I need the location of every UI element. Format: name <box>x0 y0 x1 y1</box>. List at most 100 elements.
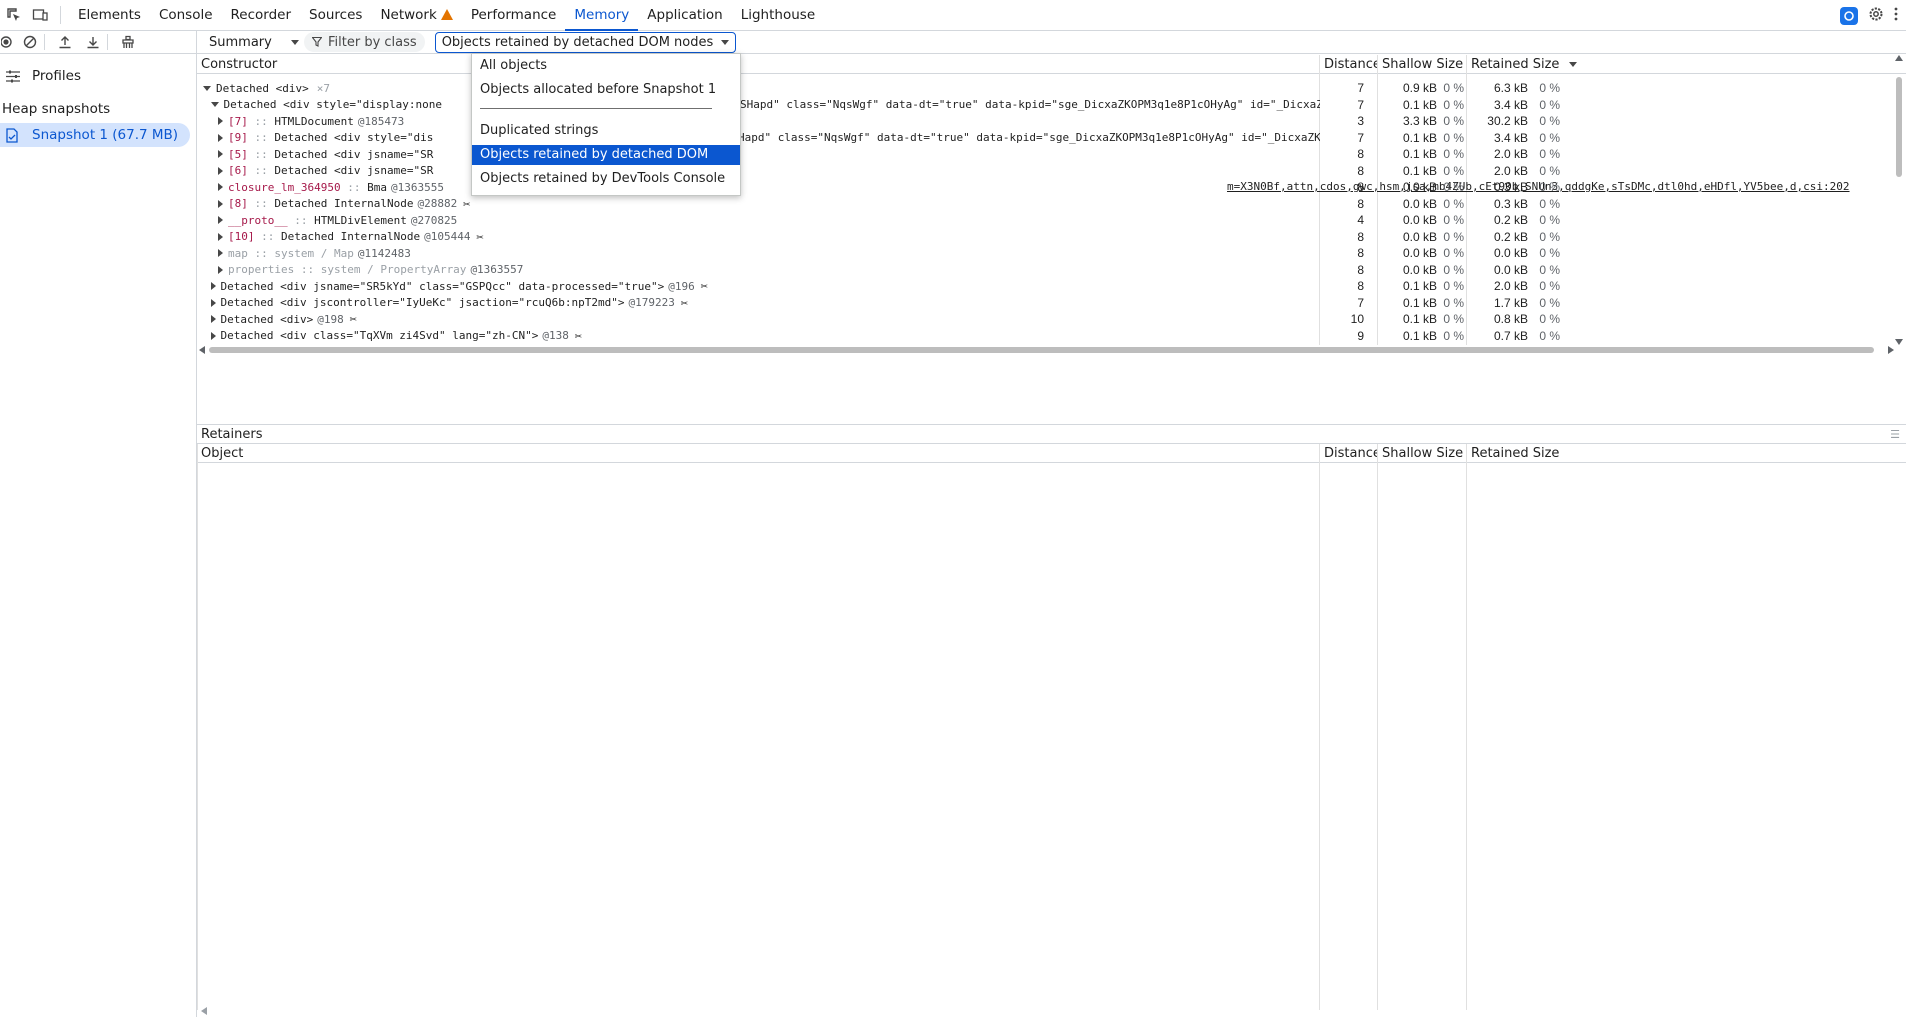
table-row[interactable]: __proto__ :: HTMLDivElement @270825 4 0.0 k… <box>197 212 1906 229</box>
column-header-distance[interactable]: Distance <box>1320 55 1381 74</box>
column-header-shallow-size[interactable]: Shallow Size <box>1378 55 1467 74</box>
sort-descending-icon <box>1569 61 1578 67</box>
expand-right-icon[interactable] <box>218 166 223 175</box>
tab-memory[interactable]: Memory <box>565 0 639 31</box>
expand-right-icon[interactable] <box>218 117 223 126</box>
vertical-scroll-thumb[interactable] <box>1896 77 1902 177</box>
tab-elements[interactable]: Elements <box>69 0 150 31</box>
tab-label: Network <box>380 7 437 23</box>
tab-performance[interactable]: Performance <box>462 0 566 31</box>
table-row[interactable]: properties :: system / PropertyArray @136… <box>197 262 1906 279</box>
more-options-icon[interactable] <box>1894 7 1898 25</box>
table-row[interactable]: [9] :: Detached <div style="dis " jsname… <box>197 130 1906 147</box>
horizontal-scrollbar[interactable] <box>197 345 1906 355</box>
column-header-distance[interactable]: Distance▲ <box>1320 444 1391 463</box>
table-row[interactable]: Detached <div jscontroller="IyUeKc" jsac… <box>197 295 1906 312</box>
expand-right-icon[interactable] <box>218 199 223 208</box>
table-row[interactable]: map :: system / Map @1142483 8 0.0 kB 0 % 0.0… <box>197 245 1906 262</box>
dropdown-option-devtools-console[interactable]: Objects retained by DevTools Console <box>472 169 740 189</box>
retainers-title: Retainers <box>201 426 263 442</box>
table-row[interactable]: [6] :: Detached <div jsname="SR 196✂ 8 0.1… <box>197 163 1906 180</box>
clear-icon[interactable] <box>22 34 38 50</box>
profiles-label: Profiles <box>32 68 82 84</box>
column-header-object[interactable]: Object <box>197 444 1320 463</box>
table-row[interactable]: closure_lm_364950 :: Bma @1363555 m=X3N0Bf… <box>197 179 1906 196</box>
retainers-header[interactable]: Retainers ☰ <box>197 424 1906 444</box>
table-row[interactable]: [8] :: Detached InternalNode @28882 ✂ 8 0.0 … <box>197 196 1906 213</box>
tab-console[interactable]: Console <box>150 0 222 31</box>
row-distance: 8 <box>1357 196 1364 211</box>
inspect-element-icon[interactable] <box>6 7 22 23</box>
table-row[interactable]: [7] :: HTMLDocument @185473 3 3.3 kB 0 % 30.2… <box>197 113 1906 130</box>
vertical-scrollbar[interactable] <box>1893 55 1905 345</box>
expand-right-icon[interactable] <box>218 232 223 241</box>
scroll-right-icon[interactable] <box>1888 346 1894 354</box>
row-retained-size: 3.4 kB <box>1493 97 1528 112</box>
scroll-left-icon[interactable] <box>201 1007 207 1015</box>
collect-garbage-icon[interactable] <box>120 34 136 50</box>
download-icon[interactable] <box>85 34 101 50</box>
horizontal-scroll-thumb[interactable] <box>209 347 1874 353</box>
filter-by-class-input[interactable]: Filter by class <box>304 32 425 52</box>
tab-network[interactable]: Network <box>371 0 461 31</box>
expand-right-icon[interactable] <box>210 331 216 340</box>
expand-right-icon[interactable] <box>210 315 216 324</box>
profiles-panel-item[interactable]: Profiles <box>0 60 196 92</box>
view-select[interactable]: Summary <box>209 35 299 50</box>
table-row[interactable]: [5] :: Detached <div jsname="SR 196✂ 8 0.1… <box>197 146 1906 163</box>
expand-right-icon[interactable] <box>218 133 223 142</box>
dropdown-option-allocated-before[interactable]: Objects allocated before Snapshot 1 <box>472 80 740 100</box>
expand-right-icon[interactable] <box>218 265 223 274</box>
expand-right-icon[interactable] <box>218 249 223 258</box>
record-icon[interactable] <box>0 34 16 50</box>
row-shallow-percent: 0 % <box>1443 163 1464 178</box>
panel-resize-handle-icon[interactable]: ☰ <box>1890 428 1900 441</box>
table-row[interactable]: Detached <div style="display:none " jsna… <box>197 97 1906 114</box>
expand-down-icon[interactable] <box>203 85 211 91</box>
retainers-table: Object Distance▲ Shallow Size Retained S… <box>197 444 1906 1017</box>
expand-right-icon[interactable] <box>210 298 216 307</box>
row-text: Detached <div> <box>216 81 309 95</box>
tab-application[interactable]: Application <box>638 0 731 31</box>
row-constructor-cell: [9] :: Detached <div style="dis " jsname… <box>197 130 1320 147</box>
expand-right-icon[interactable] <box>218 183 223 192</box>
column-header-retained-size[interactable]: Retained Size <box>1467 55 1906 74</box>
tab-label: Sources <box>309 7 363 23</box>
device-toolbar-icon[interactable] <box>32 7 48 23</box>
row-text: Detached InternalNode <box>281 230 421 244</box>
profiles-sliders-icon <box>6 70 20 82</box>
row-property-key: [10] <box>228 230 255 244</box>
dropdown-option-all-objects[interactable]: All objects <box>472 56 740 76</box>
table-row[interactable]: Detached <div> ×7 7 0.9 kB 0 % 6.3 kB 0 % <box>197 80 1906 97</box>
row-text: HTMLDivElement <box>314 213 407 227</box>
row-constructor-cell: __proto__ :: HTMLDivElement @270825 <box>197 212 1320 229</box>
tab-recorder[interactable]: Recorder <box>222 0 301 31</box>
expand-right-icon[interactable] <box>218 150 223 159</box>
expand-down-icon[interactable] <box>210 102 219 108</box>
settings-gear-icon[interactable] <box>1868 6 1884 26</box>
snapshot-item[interactable]: Snapshot 1 (67.7 MB) <box>0 123 190 147</box>
tab-sources[interactable]: Sources <box>300 0 371 31</box>
table-row[interactable]: [10] :: Detached InternalNode @105444 ✂ 8 0.… <box>197 229 1906 246</box>
row-shallow-size: 3.3 kB <box>1402 114 1437 129</box>
scroll-left-icon[interactable] <box>199 346 205 354</box>
tab-lighthouse[interactable]: Lighthouse <box>732 0 824 31</box>
column-header-retained-size[interactable]: Retained Size <box>1467 444 1906 463</box>
column-header-shallow-size[interactable]: Shallow Size <box>1378 444 1467 463</box>
tab-label: Lighthouse <box>740 7 816 23</box>
object-filter-select[interactable]: Objects retained by detached DOM nodes <box>434 31 737 53</box>
upload-icon[interactable] <box>57 34 73 50</box>
row-distance: 9 <box>1357 328 1364 343</box>
expand-right-icon[interactable] <box>218 216 223 225</box>
expand-right-icon[interactable] <box>210 282 216 291</box>
dropdown-option-detached-dom[interactable]: Objects retained by detached DOM nodes <box>472 145 740 182</box>
scroll-up-icon[interactable] <box>1895 55 1903 61</box>
table-row[interactable]: Detached <div jsname="SR5kYd" class="GSP… <box>197 278 1906 295</box>
table-row[interactable]: Detached <div> @198 ✂ 10 0.1 kB 0 % 0.8 kB 0 % <box>197 311 1906 328</box>
extension-badge-icon[interactable] <box>1840 7 1858 25</box>
row-constructor-cell: [6] :: Detached <div jsname="SR 196✂ <box>197 163 1320 180</box>
dropdown-option-duplicated-strings[interactable]: Duplicated strings <box>472 121 740 141</box>
row-property-key: [6] <box>228 164 248 178</box>
column-header-constructor[interactable]: Constructor <box>197 55 1320 74</box>
table-row[interactable]: Detached <div class="TqXVm zi4Svd" lang=… <box>197 328 1906 345</box>
